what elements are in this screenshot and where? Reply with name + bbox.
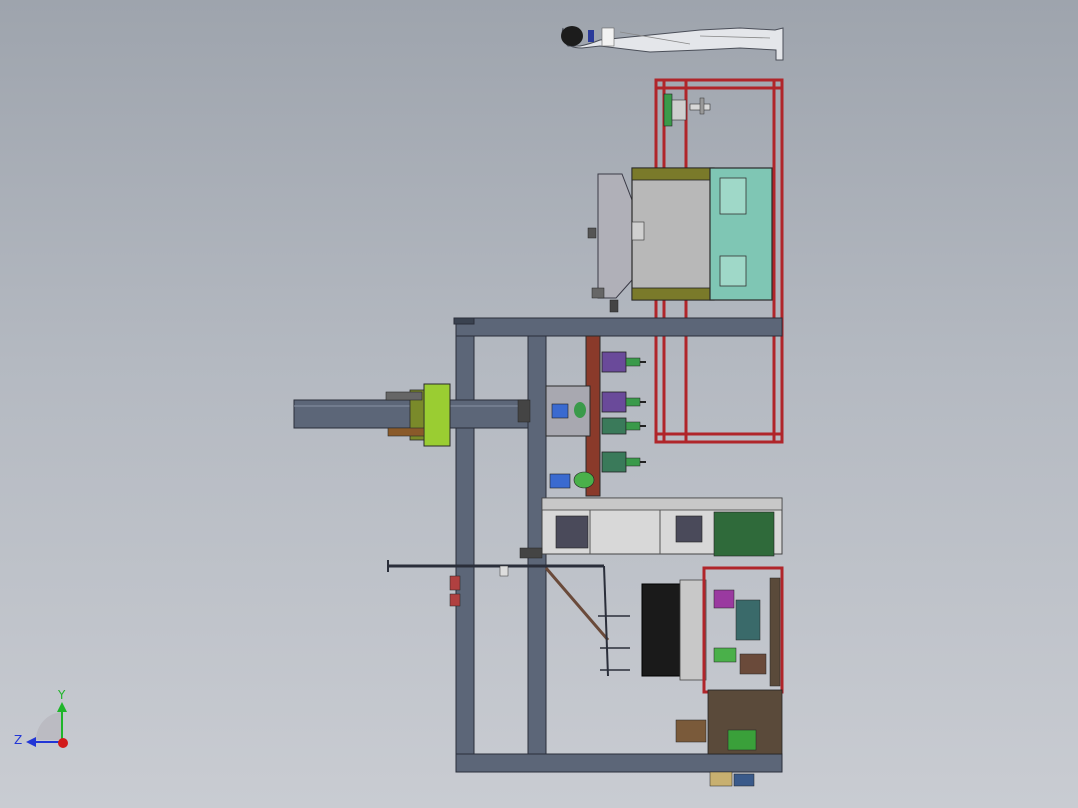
gripper-green-4: [601, 451, 646, 473]
y-axis-arrow: [57, 702, 67, 712]
triad-y-label: Y: [57, 688, 66, 702]
linear-arm: [293, 383, 529, 447]
human-figure: [561, 26, 784, 61]
z-axis-arrow: [26, 737, 36, 747]
lower-fixture: [641, 566, 784, 694]
lower-motor-green: [549, 471, 595, 489]
coordinate-triad: [26, 702, 68, 748]
gripper-green-3: [601, 417, 646, 435]
triad-z-label: Z: [14, 733, 22, 747]
cad-viewport[interactable]: Y Z: [0, 0, 1078, 808]
light-conveyor-frame: [541, 497, 783, 557]
x-axis-dot: [58, 738, 68, 748]
cable-carrier-brace: [387, 560, 630, 677]
hopper-cabinet: [587, 167, 773, 313]
gripper-purple-1: [601, 351, 646, 373]
gripper-purple-2: [601, 391, 646, 413]
